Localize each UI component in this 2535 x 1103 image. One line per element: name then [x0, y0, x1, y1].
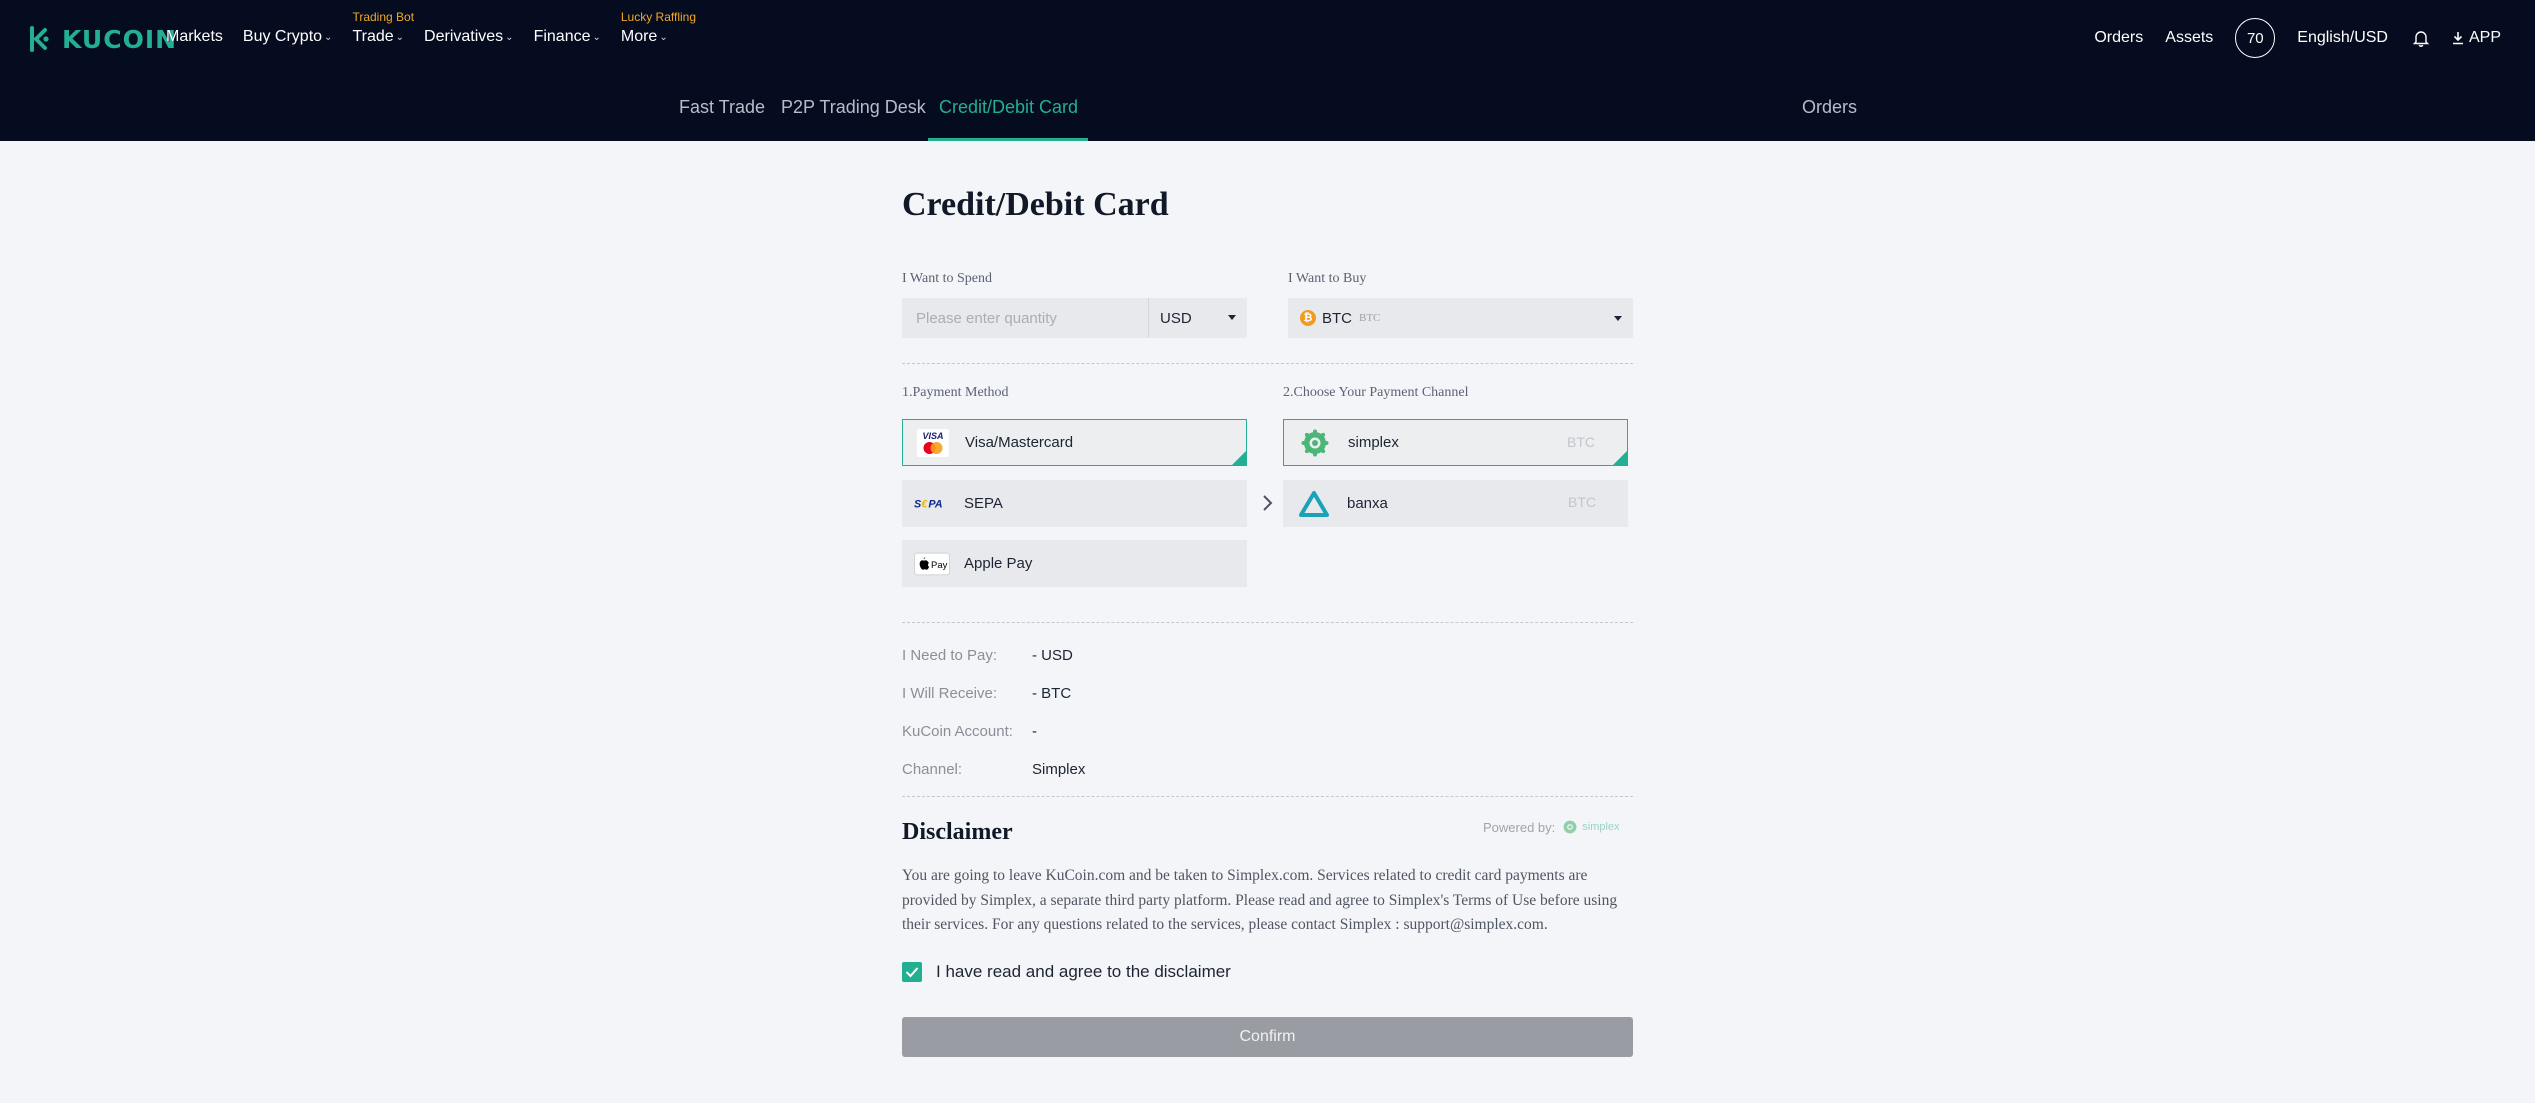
nav-label: Finance — [533, 28, 591, 45]
visa-mastercard-icon: VISA — [915, 428, 951, 458]
powered-by: Powered by: simplex — [1483, 818, 1620, 836]
nav-buy-crypto[interactable]: Buy Crypto ⌄ — [243, 28, 333, 46]
caret-down-icon — [1614, 316, 1622, 321]
simplex-icon — [1563, 820, 1577, 834]
bitcoin-icon: ₿ — [1300, 310, 1316, 326]
language-currency-selector[interactable]: English/USD — [2297, 29, 2388, 47]
nav-badge-trading-bot: Trading Bot — [352, 10, 415, 24]
kucoin-account-label: KuCoin Account: — [902, 723, 1013, 740]
payment-channel-simplex[interactable]: simplex BTC — [1283, 419, 1628, 466]
avatar[interactable]: 70 — [2235, 18, 2276, 58]
top-navigation-bar: KUCOIN Markets Buy Crypto ⌄ Trading Bot … — [0, 0, 2535, 141]
buy-crypto-select[interactable]: ₿ BTC BTC — [1288, 298, 1633, 338]
payment-method-apple-pay[interactable]: Pay Apple Pay — [902, 540, 1247, 587]
agree-disclaimer-checkbox[interactable]: I have read and agree to the disclaimer — [902, 962, 1231, 982]
assets-link[interactable]: Assets — [2165, 29, 2213, 47]
buy-label: I Want to Buy — [1288, 271, 1367, 286]
kucoin-logo[interactable]: KUCOIN — [26, 24, 177, 54]
kucoin-account-value: - — [1032, 723, 1037, 740]
will-receive-value: - BTC — [1032, 685, 1072, 702]
nav-trade[interactable]: Trading Bot Trade ⌄ — [352, 10, 414, 46]
payment-method-label-apple-pay: Apple Pay — [964, 555, 1033, 572]
disclaimer-text: You are going to leave KuCoin.com and be… — [902, 867, 1618, 933]
tab-fast-trade[interactable]: Fast Trade — [679, 97, 765, 118]
svg-text:PA: PA — [928, 498, 942, 510]
sepa-icon: S € PA — [914, 489, 950, 519]
payment-channel-currency-tag: BTC — [1567, 434, 1595, 450]
tab-credit-debit-card[interactable]: Credit/Debit Card — [939, 97, 1078, 118]
chevron-right-icon — [1263, 495, 1273, 511]
simplex-logo-text: simplex — [1582, 821, 1620, 833]
bell-icon[interactable] — [2412, 29, 2430, 47]
spend-label: I Want to Spend — [902, 271, 992, 286]
divider — [902, 622, 1633, 623]
simplex-icon — [1300, 428, 1330, 458]
brand-name: KUCOIN — [62, 24, 178, 54]
divider — [902, 796, 1633, 797]
payment-channel-currency-tag: BTC — [1568, 494, 1596, 510]
tab-p2p-trading-desk[interactable]: P2P Trading Desk — [781, 97, 926, 118]
app-download-link[interactable]: APP — [2452, 29, 2501, 47]
chevron-down-icon: ⌄ — [505, 31, 514, 43]
account-nav: Orders Assets 70 English/USD APP — [2072, 18, 2501, 58]
divider — [902, 363, 1633, 364]
buy-name: BTC — [1359, 312, 1381, 324]
payment-method-visa-mastercard[interactable]: VISA Visa/Mastercard — [902, 419, 1247, 466]
chevron-down-icon: ⌄ — [659, 31, 668, 43]
payment-method-label-visa: Visa/Mastercard — [965, 434, 1074, 451]
nav-label: More — [620, 28, 658, 45]
spend-currency-select[interactable]: USD — [1148, 298, 1247, 338]
nav-label: Markets — [166, 28, 223, 45]
caret-down-icon — [1228, 315, 1236, 320]
payment-method-label: 1.Payment Method — [902, 385, 1009, 400]
nav-finance[interactable]: Finance ⌄ — [534, 28, 601, 46]
nav-label: Buy Crypto — [242, 28, 323, 45]
confirm-button[interactable]: Confirm — [902, 1017, 1633, 1057]
simplex-logo: simplex — [1561, 818, 1620, 836]
app-label: APP — [2468, 29, 2501, 46]
kucoin-logo-icon — [30, 26, 49, 52]
nav-label: Trade — [352, 28, 394, 45]
channel-value: Simplex — [1032, 761, 1086, 778]
active-tab-indicator — [928, 138, 1088, 141]
need-to-pay-label: I Need to Pay: — [902, 647, 998, 664]
checkbox-checked-icon[interactable] — [902, 962, 922, 982]
nav-more[interactable]: Lucky Raffling More ⌄ — [620, 10, 696, 46]
will-receive-label: I Will Receive: — [902, 685, 998, 702]
need-to-pay-value: - USD — [1032, 647, 1073, 664]
payment-channel-name-simplex: simplex — [1348, 434, 1399, 451]
nav-label: Derivatives — [424, 28, 504, 45]
disclaimer-title: Disclaimer — [902, 819, 1013, 845]
main-nav: Markets Buy Crypto ⌄ Trading Bot Trade ⌄… — [166, 10, 696, 46]
svg-text:Pay: Pay — [931, 559, 948, 570]
svg-text:VISA: VISA — [922, 431, 943, 441]
payment-channel-name-banxa: banxa — [1347, 495, 1388, 512]
buy-symbol: BTC — [1322, 309, 1352, 327]
nav-badge-lucky-raffling: Lucky Raffling — [620, 10, 697, 24]
payment-channel-banxa[interactable]: banxa BTC — [1283, 480, 1628, 527]
spend-currency-value: USD — [1160, 309, 1192, 327]
payment-channel-label: 2.Choose Your Payment Channel — [1283, 385, 1469, 400]
payment-method-sepa[interactable]: S € PA SEPA — [902, 480, 1247, 527]
nav-markets[interactable]: Markets — [166, 28, 223, 46]
chevron-down-icon: ⌄ — [592, 31, 601, 43]
spend-quantity-input[interactable] — [902, 298, 1148, 338]
agree-disclaimer-label: I have read and agree to the disclaimer — [936, 962, 1231, 981]
selected-corner-check-icon — [1613, 451, 1627, 465]
banxa-icon — [1299, 489, 1329, 519]
channel-label: Channel: — [902, 761, 963, 778]
sub-navigation: Fast Trade P2P Trading Desk Credit/Debit… — [0, 97, 2535, 141]
chevron-down-icon: ⌄ — [395, 31, 405, 43]
chevron-down-icon: ⌄ — [324, 31, 333, 43]
powered-by-label: Powered by: — [1483, 819, 1556, 835]
download-icon — [2452, 32, 2463, 45]
svg-text:€: € — [921, 498, 928, 510]
orders-link[interactable]: Orders — [2094, 29, 2143, 47]
subnav-orders-link[interactable]: Orders — [1802, 97, 1857, 118]
nav-derivatives[interactable]: Derivatives ⌄ — [424, 28, 514, 46]
page-title: Credit/Debit Card — [902, 186, 1169, 223]
apple-pay-icon: Pay — [914, 549, 950, 579]
selected-corner-check-icon — [1232, 451, 1246, 465]
payment-method-label-sepa: SEPA — [964, 495, 1003, 512]
